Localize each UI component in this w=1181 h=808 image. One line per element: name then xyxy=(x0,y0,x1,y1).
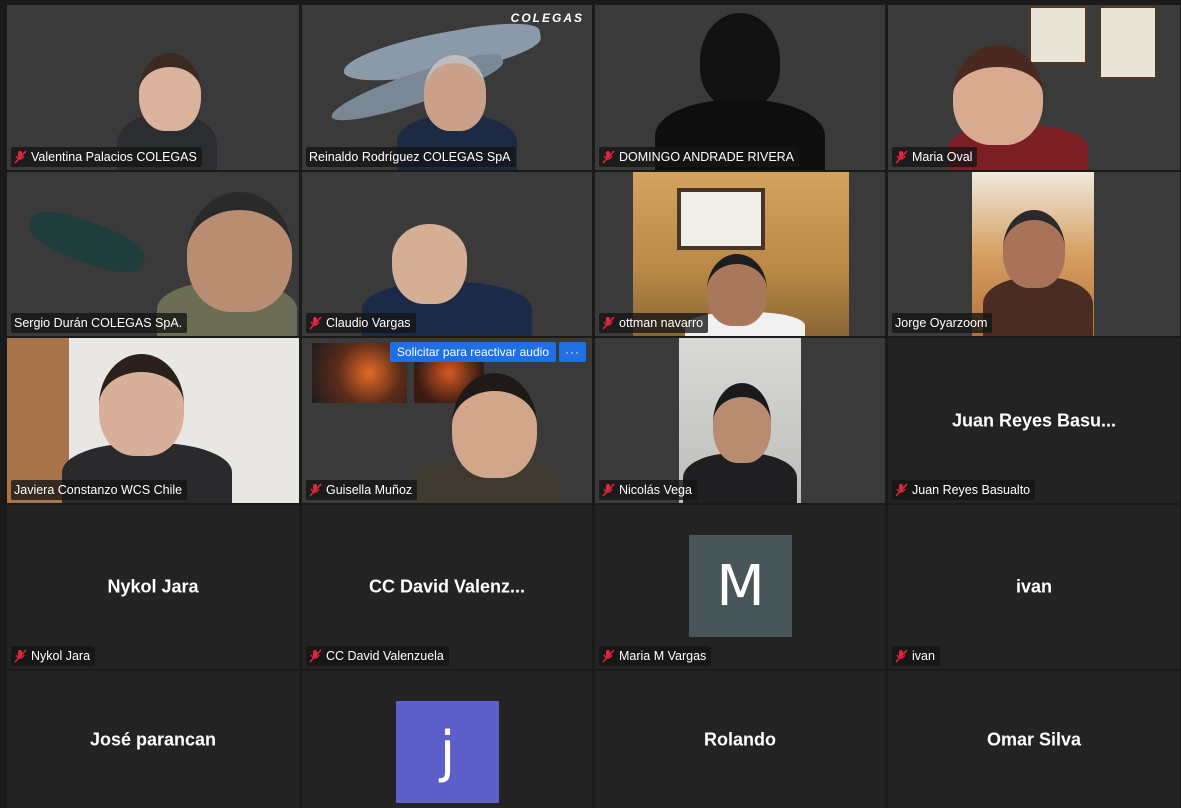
participant-tile-jose[interactable]: José parancan xyxy=(7,671,299,808)
name-tag: Claudio Vargas xyxy=(306,313,416,333)
name-tag: CC David Valenzuela xyxy=(306,646,449,666)
participant-name: Maria Oval xyxy=(912,150,973,164)
muted-mic-icon xyxy=(602,150,615,164)
participant-tile-javiera[interactable]: Javiera Constanzo WCS Chile xyxy=(7,338,299,503)
participant-tile-maria-vargas[interactable]: M Maria M Vargas xyxy=(595,505,885,669)
participant-name: CC David Valenzuela xyxy=(326,649,444,663)
participant-tile-valentina[interactable]: Valentina Palacios COLEGAS xyxy=(7,5,299,170)
participant-face xyxy=(452,373,537,478)
participant-name: Javiera Constanzo WCS Chile xyxy=(14,483,183,497)
name-tag: ivan xyxy=(892,646,940,666)
participant-name: ivan xyxy=(912,649,935,663)
participant-name: Juan Reyes Basualto xyxy=(912,483,1031,497)
door xyxy=(7,338,69,503)
participant-face xyxy=(953,45,1043,145)
participant-name: Claudio Vargas xyxy=(326,316,411,330)
name-tag: Nicolás Vega xyxy=(599,480,697,500)
muted-mic-icon xyxy=(895,483,908,497)
muted-mic-icon xyxy=(14,150,27,164)
request-unmute-button[interactable]: Solicitar para reactivar audio xyxy=(389,342,556,362)
name-tag: DOMINGO ANDRADE RIVERA xyxy=(599,147,800,167)
participant-display-name: ivan xyxy=(1015,576,1053,597)
gallery-grid: Valentina Palacios COLEGAS COLEGAS Reina… xyxy=(0,0,1181,808)
participant-tile-claudio[interactable]: Claudio Vargas xyxy=(302,172,592,336)
name-tag: ottman navarro xyxy=(599,313,709,333)
participant-face xyxy=(424,55,486,131)
participant-name: ottman navarro xyxy=(619,316,704,330)
participant-tile-sergio[interactable]: Sergio Durán COLEGAS SpA. xyxy=(7,172,299,336)
participant-name: Sergio Durán COLEGAS SpA. xyxy=(14,316,183,330)
avatar: j xyxy=(396,701,499,803)
name-tag: Sergio Durán COLEGAS SpA. xyxy=(11,313,188,333)
participant-name: Nykol Jara xyxy=(31,649,91,663)
wall-frame xyxy=(1028,5,1088,65)
name-tag: Javiera Constanzo WCS Chile xyxy=(11,480,188,500)
participant-name: Jorge Oyarzoom xyxy=(895,316,988,330)
name-tag: Maria Oval xyxy=(892,147,978,167)
participant-tile-j[interactable]: j xyxy=(302,671,592,808)
participant-name: Maria M Vargas xyxy=(619,649,707,663)
participant-display-name: Juan Reyes Basu... xyxy=(951,410,1117,430)
diver-silhouette xyxy=(23,202,151,282)
participant-tile-omar[interactable]: Omar Silva xyxy=(888,671,1180,808)
participant-face xyxy=(707,254,767,326)
participant-tile-guisella[interactable]: Solicitar para reactivar audio ··· Guise… xyxy=(302,338,592,503)
muted-mic-icon xyxy=(14,649,27,663)
participant-face xyxy=(99,354,184,456)
participant-tile-nicolas[interactable]: Nicolás Vega xyxy=(595,338,885,503)
request-unmute-bar: Solicitar para reactivar audio ··· xyxy=(389,342,586,362)
participant-display-name: Rolando xyxy=(704,729,776,749)
participant-name: Guisella Muñoz xyxy=(326,483,413,497)
participant-display-name: Nykol Jara xyxy=(107,576,199,597)
name-tag: Juan Reyes Basualto xyxy=(892,480,1036,500)
avatar: M xyxy=(689,535,792,637)
muted-mic-icon xyxy=(309,483,322,497)
participant-display-name: CC David Valenz... xyxy=(368,576,526,597)
muted-mic-icon xyxy=(895,150,908,164)
participant-face xyxy=(1003,210,1065,288)
name-tag: Guisella Muñoz xyxy=(306,480,418,500)
participant-tile-juan[interactable]: Juan Reyes Basu... Juan Reyes Basualto xyxy=(888,338,1180,503)
participant-tile-nykol[interactable]: Nykol Jara Nykol Jara xyxy=(7,505,299,669)
muted-mic-icon xyxy=(602,649,615,663)
participant-face xyxy=(713,383,771,463)
participant-name: Reinaldo Rodríguez COLEGAS SpA xyxy=(309,150,511,164)
participant-tile-ivan[interactable]: ivan ivan xyxy=(888,505,1180,669)
participant-display-name: Omar Silva xyxy=(986,729,1082,749)
participant-tile-ottman[interactable]: ottman navarro xyxy=(595,172,885,336)
name-tag: Jorge Oyarzoom xyxy=(892,313,993,333)
participant-name: DOMINGO ANDRADE RIVERA xyxy=(619,150,795,164)
participant-name: Valentina Palacios COLEGAS xyxy=(31,150,197,164)
participant-face xyxy=(187,192,292,312)
participant-face xyxy=(392,212,467,304)
name-tag: Nykol Jara xyxy=(11,646,96,666)
participant-tile-david[interactable]: CC David Valenz... CC David Valenzuela xyxy=(302,505,592,669)
participant-silhouette xyxy=(700,13,780,108)
name-tag: Valentina Palacios COLEGAS xyxy=(11,147,202,167)
more-options-button[interactable]: ··· xyxy=(559,342,586,362)
participant-tile-rolando[interactable]: Rolando xyxy=(595,671,885,808)
wall-diploma xyxy=(677,188,765,250)
participant-face xyxy=(139,53,201,131)
participant-display-name: José parancan xyxy=(89,729,217,749)
muted-mic-icon xyxy=(602,483,615,497)
name-tag: Reinaldo Rodríguez COLEGAS SpA xyxy=(306,147,516,167)
muted-mic-icon xyxy=(309,649,322,663)
participant-tile-jorge[interactable]: Jorge Oyarzoom xyxy=(888,172,1180,336)
name-tag: Maria M Vargas xyxy=(599,646,712,666)
participant-tile-maria-oval[interactable]: Maria Oval xyxy=(888,5,1180,170)
participant-tile-domingo[interactable]: DOMINGO ANDRADE RIVERA xyxy=(595,5,885,170)
participant-tile-reinaldo[interactable]: COLEGAS Reinaldo Rodríguez COLEGAS SpA xyxy=(302,5,592,170)
muted-mic-icon xyxy=(309,316,322,330)
wall-frame xyxy=(1098,5,1158,80)
muted-mic-icon xyxy=(602,316,615,330)
participant-name: Nicolás Vega xyxy=(619,483,692,497)
muted-mic-icon xyxy=(895,649,908,663)
